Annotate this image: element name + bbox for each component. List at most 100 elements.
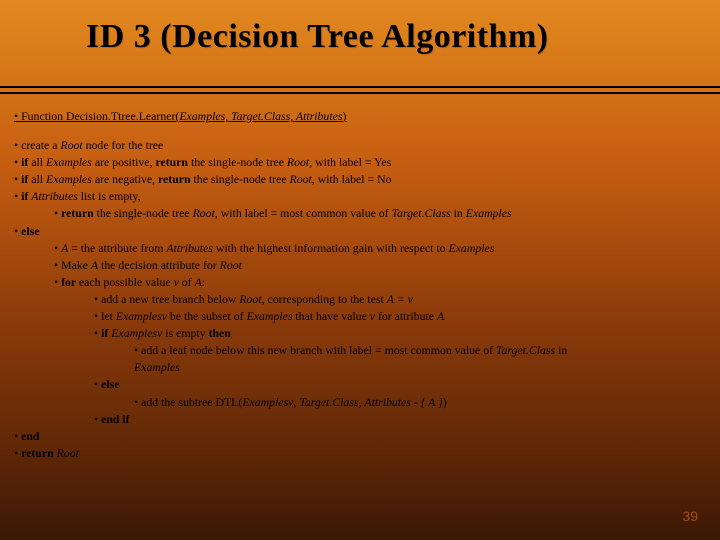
- var-attrs-minus-a: Attributes - { A }: [364, 395, 442, 409]
- var-examplesv: Examplesv: [111, 326, 162, 340]
- var-examplesv: Examplesv: [242, 395, 293, 409]
- root-word: Root: [60, 138, 85, 152]
- text: are negative,: [92, 172, 158, 186]
- text: the single-node tree: [194, 172, 290, 186]
- text: the single-node tree: [191, 155, 287, 169]
- step-else: else: [14, 223, 706, 240]
- text: for attribute: [375, 309, 437, 323]
- kw-return: return: [61, 206, 97, 220]
- fn-prefix: Function: [21, 109, 66, 123]
- var-root: Root: [287, 155, 309, 169]
- step-return-root: return Root: [14, 445, 706, 462]
- fn-close: ): [342, 109, 346, 123]
- var-attributes: Attributes: [166, 241, 213, 255]
- var-attributes: Attributes: [31, 189, 78, 203]
- text: = the attribute from: [68, 241, 166, 255]
- text: add a leaf node below this new branch wi…: [141, 343, 496, 357]
- step-return-common: return the single-node tree Root, with l…: [14, 205, 706, 222]
- text: Make: [61, 258, 91, 272]
- var-examples: Examples: [46, 155, 92, 169]
- kw-else: else: [101, 377, 119, 391]
- var-targetclass: Target.Class: [299, 395, 358, 409]
- var-a: A: [195, 275, 202, 289]
- text: list is empty,: [78, 189, 141, 203]
- var-root: Root: [57, 446, 79, 460]
- var-test-av: A = v: [387, 292, 413, 306]
- step-add-leaf-cont: Examples: [14, 359, 706, 376]
- step-examplesv: let Examplesv be the subset of Examples …: [14, 308, 706, 325]
- var-root: Root: [290, 172, 312, 186]
- text: node for the tree: [86, 138, 164, 152]
- divider-line-2: [0, 92, 720, 94]
- slide-body: Function Decision.Ttree.Learner(Examples…: [14, 108, 706, 526]
- text: let: [101, 309, 116, 323]
- function-signature: Function Decision.Ttree.Learner(Examples…: [14, 108, 706, 125]
- slide-title: ID 3 (Decision Tree Algorithm): [86, 18, 680, 56]
- kw-else: else: [21, 224, 39, 238]
- step-if-negative: if all Examples are negative, return the…: [14, 171, 706, 188]
- var-examples: Examples: [247, 309, 293, 323]
- kw-if: if: [101, 326, 111, 340]
- kw-endif: end if: [101, 412, 130, 426]
- var-examples: Examples: [448, 241, 494, 255]
- kw-if: if: [21, 155, 31, 169]
- step-if-attrs-empty: if Attributes list is empty,: [14, 188, 706, 205]
- text: are positive,: [92, 155, 156, 169]
- var-root: Root: [239, 292, 261, 306]
- step-endif-inner: end if: [14, 411, 706, 428]
- divider-line-1: [0, 86, 720, 88]
- var-a: A: [437, 309, 444, 323]
- text: be the subset of: [167, 309, 247, 323]
- step-add-leaf: add a leaf node below this new branch wi…: [14, 342, 706, 359]
- kw-if: if: [21, 172, 31, 186]
- var-targetclass: Target.Class: [496, 343, 555, 357]
- var-examples: Examples: [46, 172, 92, 186]
- text: all: [31, 172, 46, 186]
- step-add-branch: add a new tree branch below Root, corres…: [14, 291, 706, 308]
- text: is empty: [162, 326, 208, 340]
- step-make-decision-attr: Make A the decision attribute for Root: [14, 257, 706, 274]
- text: add a new tree branch below: [101, 292, 239, 306]
- kw-end: end: [21, 429, 39, 443]
- var-root: Root: [193, 206, 215, 220]
- text: the single-node tree: [97, 206, 193, 220]
- var-root: Root: [220, 258, 242, 272]
- page-number: 39: [682, 508, 698, 524]
- fn-name: Decision.Ttree.Learner(: [66, 109, 179, 123]
- text: create a: [21, 138, 60, 152]
- text: with the highest information gain with r…: [213, 241, 449, 255]
- text: the decision attribute for: [98, 258, 220, 272]
- text: , with label = Yes: [309, 155, 391, 169]
- step-add-subtree: add the subtree DTL(Examplesv, Target.Cl…: [14, 394, 706, 411]
- text: of: [179, 275, 195, 289]
- step-if-examplesv-empty: if Examplesv is empty then: [14, 325, 706, 342]
- text: each possible value: [79, 275, 174, 289]
- step-a-best-attr: A = the attribute from Attributes with t…: [14, 240, 706, 257]
- kw-then: then: [209, 326, 231, 340]
- kw-return: return: [158, 172, 194, 186]
- step-for-each: for each possible value v of A:: [14, 274, 706, 291]
- var-targetclass: Target.Class: [392, 206, 451, 220]
- spacer: [14, 125, 706, 137]
- step-if-positive: if all Examples are positive, return the…: [14, 154, 706, 171]
- step-inner-else: else: [14, 376, 706, 393]
- step-end: end: [14, 428, 706, 445]
- text: , with label = No: [312, 172, 392, 186]
- text: in: [451, 206, 466, 220]
- var-examples: Examples: [134, 360, 180, 374]
- text: , corresponding to the test: [262, 292, 387, 306]
- text: :: [202, 275, 205, 289]
- text: all: [31, 155, 46, 169]
- step-create-root: create a Root node for the tree: [14, 137, 706, 154]
- text: add the subtree DTL(: [141, 395, 242, 409]
- kw-for: for: [61, 275, 79, 289]
- var-examples: Examples: [466, 206, 512, 220]
- fn-args: Examples, Target.Class, Attributes: [179, 109, 342, 123]
- slide: ID 3 (Decision Tree Algorithm) Function …: [0, 0, 720, 540]
- text: that have value: [292, 309, 369, 323]
- text: ): [443, 395, 447, 409]
- kw-if: if: [21, 189, 31, 203]
- kw-return: return: [21, 446, 57, 460]
- kw-return: return: [155, 155, 191, 169]
- text: , with label = most common value of: [215, 206, 392, 220]
